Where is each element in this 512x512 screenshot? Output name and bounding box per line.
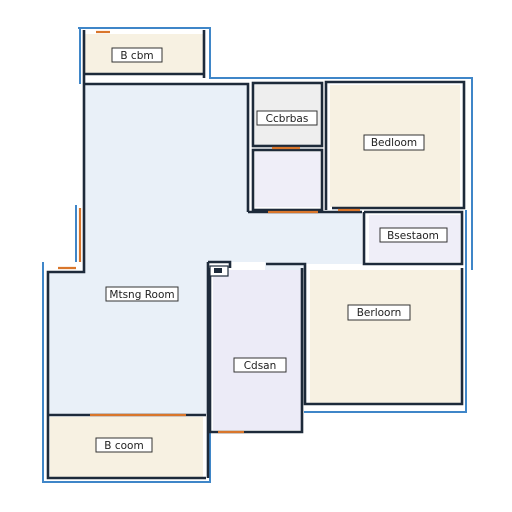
- bath-label: Bsestaom: [387, 230, 439, 242]
- floor-plan: B cbm Ccbrbas Bedloom Bsestaom Mtsng Roo…: [42, 27, 473, 483]
- closet-fill: [213, 270, 301, 430]
- label-living-room: Mtsng Room: [105, 286, 179, 302]
- utility-label: Ccbrbas: [266, 113, 309, 125]
- label-bedroom-lower: Berloorn: [347, 304, 411, 321]
- closet-marker-inner: [214, 268, 222, 273]
- living-room-label: Mtsng Room: [109, 289, 174, 301]
- utility-lower-fill: [255, 152, 320, 207]
- bedroom-lower-fill: [310, 270, 460, 405]
- label-bath: Bsestaom: [379, 227, 448, 243]
- bottom-left-room-label: B coom: [104, 440, 143, 452]
- label-top-small-room: B cbm: [111, 47, 163, 63]
- label-bedroom-upper: Bedloom: [363, 134, 425, 151]
- label-utility: Ccbrbas: [256, 110, 318, 126]
- closet-label: Cdsan: [244, 360, 277, 372]
- top-small-room-label: B cbm: [120, 50, 153, 62]
- bedroom-lower-label: Berloorn: [357, 307, 402, 319]
- label-closet: Cdsan: [233, 357, 287, 373]
- bedroom-upper-label: Bedloom: [371, 137, 417, 149]
- label-bottom-left-room: B coom: [95, 437, 153, 453]
